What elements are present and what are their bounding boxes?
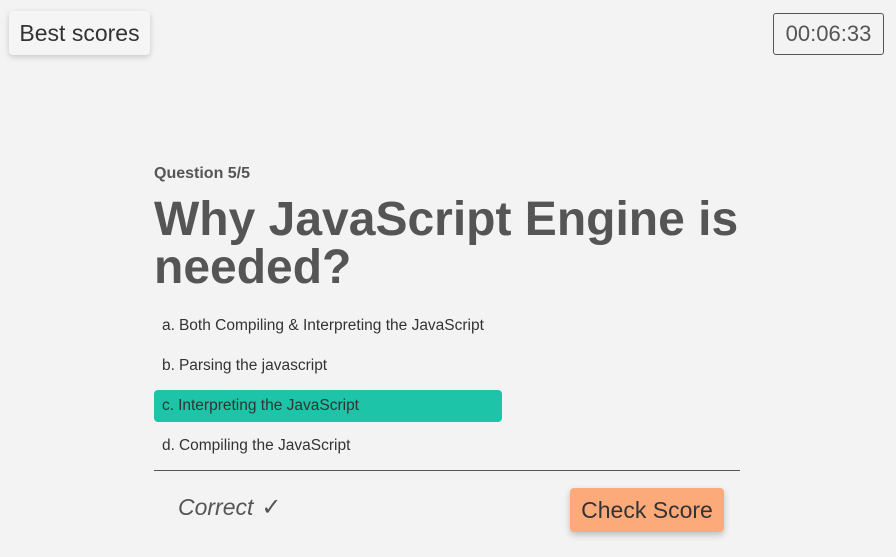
option-prefix: b.: [162, 357, 175, 374]
question-title: Why JavaScript Engine is needed?: [154, 193, 739, 294]
result-text: Correct: [178, 493, 254, 520]
divider: [154, 470, 740, 471]
option-b[interactable]: b. Parsing the javascript: [154, 350, 502, 382]
option-prefix: a.: [162, 317, 175, 334]
question-counter: Question 5/5: [154, 165, 251, 182]
timer-display: 00:06:33: [773, 13, 884, 55]
quiz-page: Best scores 00:06:33 Question 5/5 Why Ja…: [0, 0, 896, 557]
option-label: Both Compiling & Interpreting the JavaSc…: [178, 317, 484, 334]
option-prefix: d.: [162, 437, 175, 454]
option-prefix: c.: [162, 397, 175, 414]
answer-options: a. Both Compiling & Interpreting the Jav…: [154, 310, 740, 470]
best-scores-button[interactable]: Best scores: [9, 11, 150, 55]
option-label: Compiling the JavaScript: [178, 437, 351, 454]
option-a[interactable]: a. Both Compiling & Interpreting the Jav…: [154, 310, 502, 342]
option-label: Parsing the javascript: [178, 357, 328, 374]
option-label: Interpreting the JavaScript: [178, 397, 359, 414]
option-d[interactable]: d. Compiling the JavaScript: [154, 430, 502, 462]
result-status: Correct ✓: [178, 493, 282, 521]
option-c[interactable]: c. Interpreting the JavaScript: [154, 390, 502, 422]
checkmark-icon: ✓: [261, 493, 282, 521]
check-score-button[interactable]: Check Score: [570, 488, 724, 532]
